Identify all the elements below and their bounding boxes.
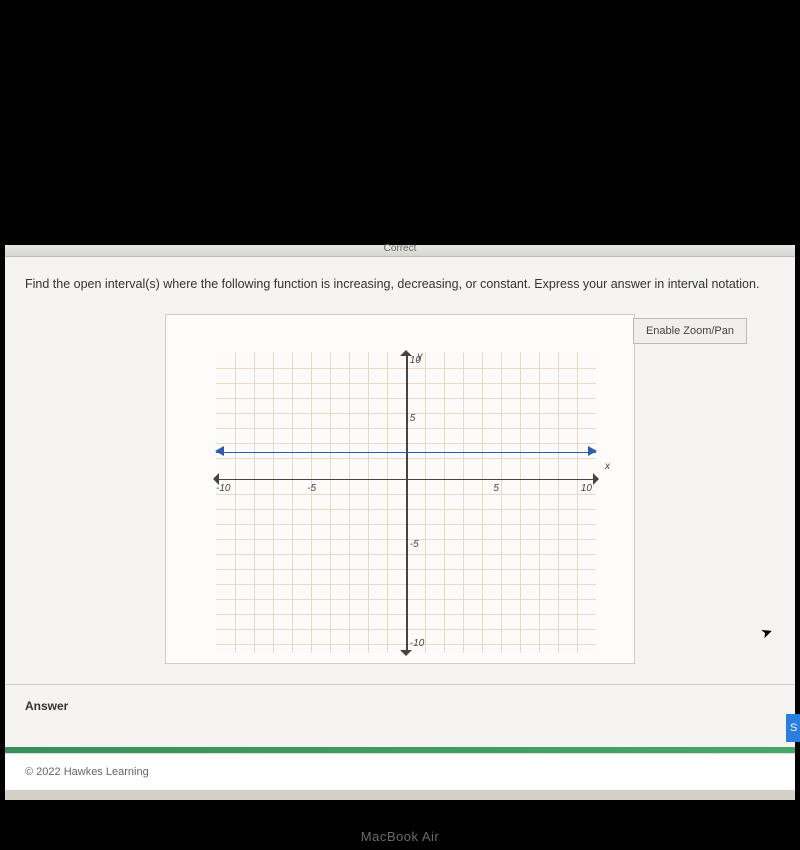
graph-container: Enable Zoom/Pan [5,304,795,684]
function-arrow-right-icon [588,446,602,456]
tick-x-5: 5 [493,483,499,494]
arrow-down-icon [400,650,412,662]
copyright-text: © 2022 Hawkes Learning [25,766,149,778]
y-axis [406,353,408,653]
question-text: Find the open interval(s) where the foll… [25,277,759,291]
function-line [216,452,596,454]
photo-black-border-bottom: MacBook Air [0,800,800,850]
question-text-area: Find the open interval(s) where the foll… [5,257,795,304]
graph-box[interactable]: y x 10 5 -5 -10 -10 -5 5 10 [165,314,635,664]
enable-zoom-pan-button[interactable]: Enable Zoom/Pan [633,318,747,344]
status-bar: Correct [5,245,795,257]
answer-heading: Answer [25,699,68,713]
tick-x-neg10: -10 [216,483,230,494]
submit-button[interactable]: S [786,714,800,742]
tick-x-10: 10 [581,483,592,494]
tick-y-10: 10 [410,355,421,366]
status-label: Correct [384,243,417,254]
device-label: MacBook Air [361,829,439,844]
arrow-right-icon [593,473,605,485]
mouse-cursor-icon: ➤ [759,622,776,642]
footer: © 2022 Hawkes Learning [5,753,795,790]
tick-y-5: 5 [410,413,416,424]
screen-content: Correct Find the open interval(s) where … [5,245,795,800]
function-arrow-left-icon [210,446,224,456]
tick-y-neg10: -10 [410,638,424,649]
tick-y-neg5: -5 [410,539,419,550]
photo-black-border-top [0,0,800,245]
x-axis-label: x [605,461,610,472]
tick-x-neg5: -5 [307,483,316,494]
answer-section: Answer S [5,685,795,747]
coordinate-plane: y x 10 5 -5 -10 -10 -5 5 10 [216,353,596,653]
